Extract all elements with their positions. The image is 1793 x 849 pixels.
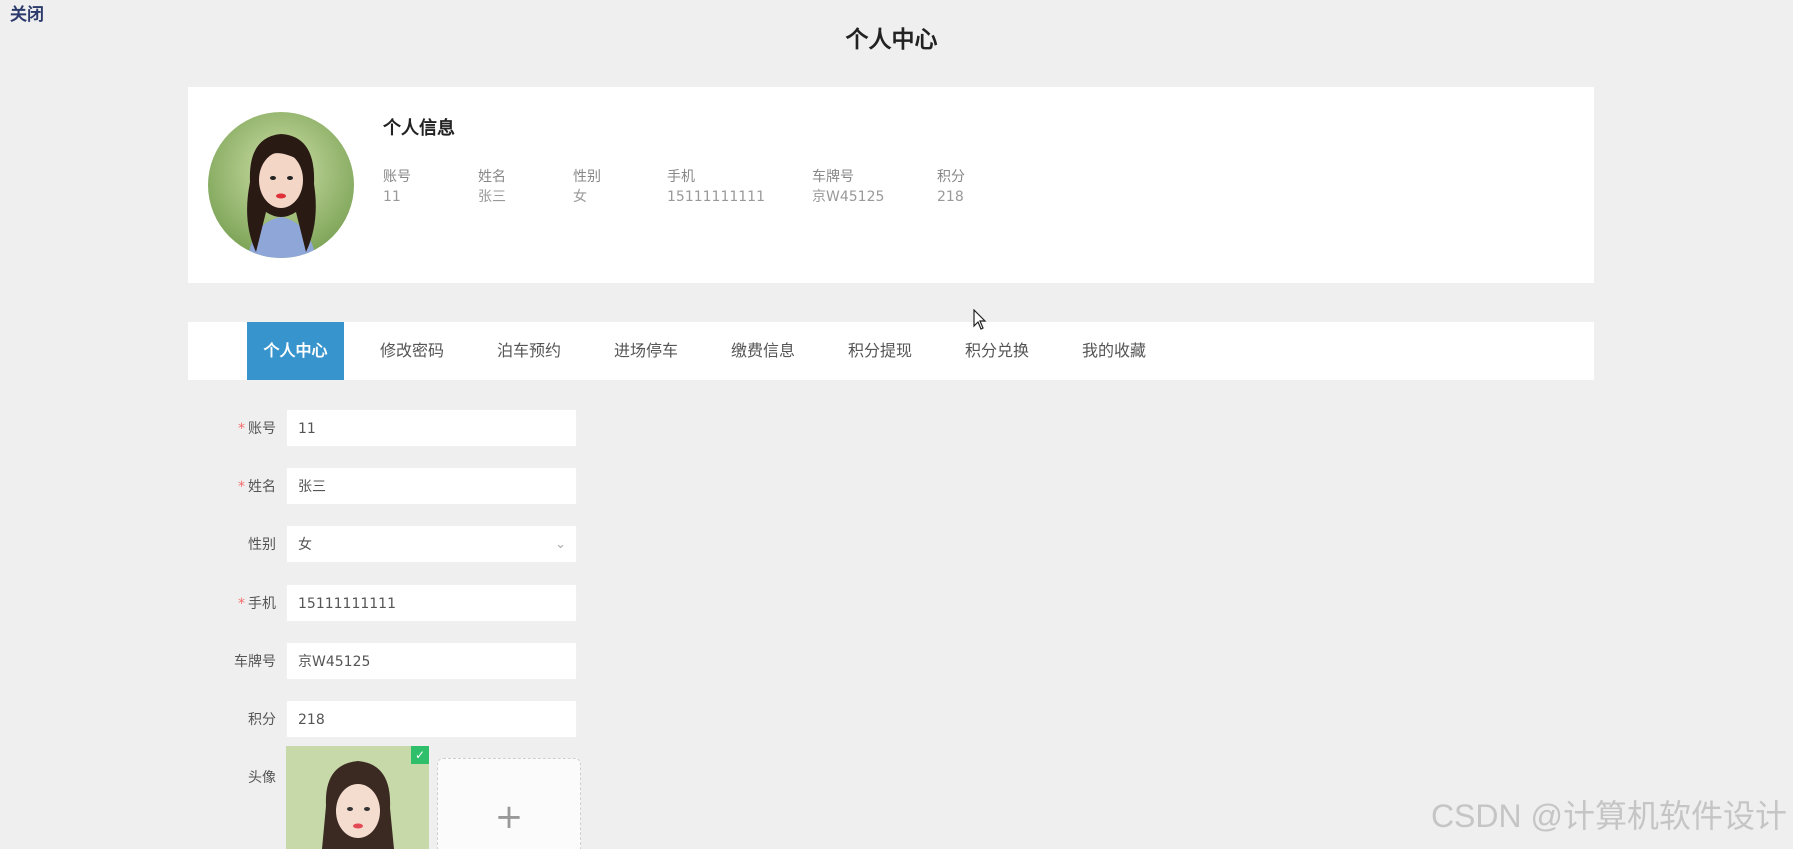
gender-select-value: 女	[298, 537, 312, 553]
chevron-down-icon: ⌄	[555, 537, 566, 552]
info-account: 账号 11	[383, 167, 411, 207]
avatar-thumbnail[interactable]: ✓	[286, 746, 429, 849]
name-label-text: 姓名	[248, 479, 276, 495]
required-mark: *	[238, 596, 245, 612]
profile-avatar	[208, 112, 354, 258]
info-value: 15111111111	[667, 189, 765, 205]
name-label: * 姓名	[238, 467, 276, 507]
info-label: 性别	[573, 169, 601, 185]
tab-entry-parking[interactable]: 进场停车	[598, 322, 694, 380]
watermark: CSDN @计算机软件设计	[1430, 798, 1787, 834]
form-row-points: 积分 218	[200, 700, 580, 740]
info-gender: 性别 女	[573, 167, 601, 207]
form-row-gender: 性别 女 ⌄	[200, 525, 580, 565]
avatar-image	[208, 112, 354, 258]
tab-payment-info[interactable]: 缴费信息	[715, 322, 811, 380]
info-value: 218	[937, 189, 964, 205]
tab-points-withdraw[interactable]: 积分提现	[832, 322, 928, 380]
info-points: 积分 218	[937, 167, 965, 207]
phone-label: * 手机	[238, 584, 276, 624]
info-label: 姓名	[478, 169, 506, 185]
points-input[interactable]: 218	[286, 700, 577, 738]
avatar-upload-button[interactable]: +	[437, 758, 581, 849]
required-mark: *	[238, 479, 245, 495]
tab-parking-reservation[interactable]: 泊车预约	[481, 322, 577, 380]
gender-label: 性别	[248, 537, 276, 553]
info-label: 账号	[383, 169, 411, 185]
info-plate: 车牌号 京W45125	[812, 167, 884, 207]
tab-personal-center[interactable]: 个人中心	[247, 322, 344, 380]
tabs-bar: 个人中心 修改密码 泊车预约 进场停车 缴费信息 积分提现 积分兑换 我的收藏	[188, 322, 1594, 380]
tab-points-exchange[interactable]: 积分兑换	[949, 322, 1045, 380]
info-name: 姓名 张三	[478, 167, 506, 207]
info-value: 11	[383, 189, 401, 205]
page-title: 个人中心	[845, 27, 938, 53]
info-label: 积分	[937, 169, 965, 185]
mouse-cursor-icon	[973, 309, 987, 330]
info-value: 女	[573, 189, 587, 205]
account-label-text: 账号	[248, 421, 276, 437]
avatar-thumbnail-image	[286, 746, 429, 849]
tab-my-favorites[interactable]: 我的收藏	[1066, 322, 1162, 380]
plate-input[interactable]: 京W45125	[286, 642, 577, 680]
phone-label-text: 手机	[248, 596, 276, 612]
gender-select[interactable]: 女 ⌄	[286, 525, 577, 563]
check-icon: ✓	[411, 746, 429, 764]
avatar-label: 头像	[248, 770, 276, 786]
info-label: 手机	[667, 169, 695, 185]
account-input[interactable]: 11	[286, 409, 577, 447]
plus-icon: +	[494, 797, 524, 837]
points-label: 积分	[248, 712, 276, 728]
info-value: 京W45125	[812, 189, 885, 205]
form-row-name: * 姓名 张三	[200, 467, 580, 507]
form-row-plate: 车牌号 京W45125	[200, 642, 580, 682]
form-row-phone: * 手机 15111111111	[200, 584, 580, 624]
plate-label: 车牌号	[234, 654, 276, 670]
info-phone: 手机 15111111111	[667, 167, 765, 207]
form-row-account: * 账号 11	[200, 409, 580, 449]
tab-change-password[interactable]: 修改密码	[364, 322, 460, 380]
profile-card: 个人信息 账号 11 姓名 张三 性别 女 手机 15111111111 车牌号…	[188, 87, 1594, 283]
personal-info-title: 个人信息	[383, 118, 455, 139]
account-label: * 账号	[238, 409, 276, 449]
required-mark: *	[238, 421, 245, 437]
info-label: 车牌号	[812, 169, 854, 185]
name-input[interactable]: 张三	[286, 467, 577, 505]
info-value: 张三	[478, 189, 506, 205]
phone-input[interactable]: 15111111111	[286, 584, 577, 622]
